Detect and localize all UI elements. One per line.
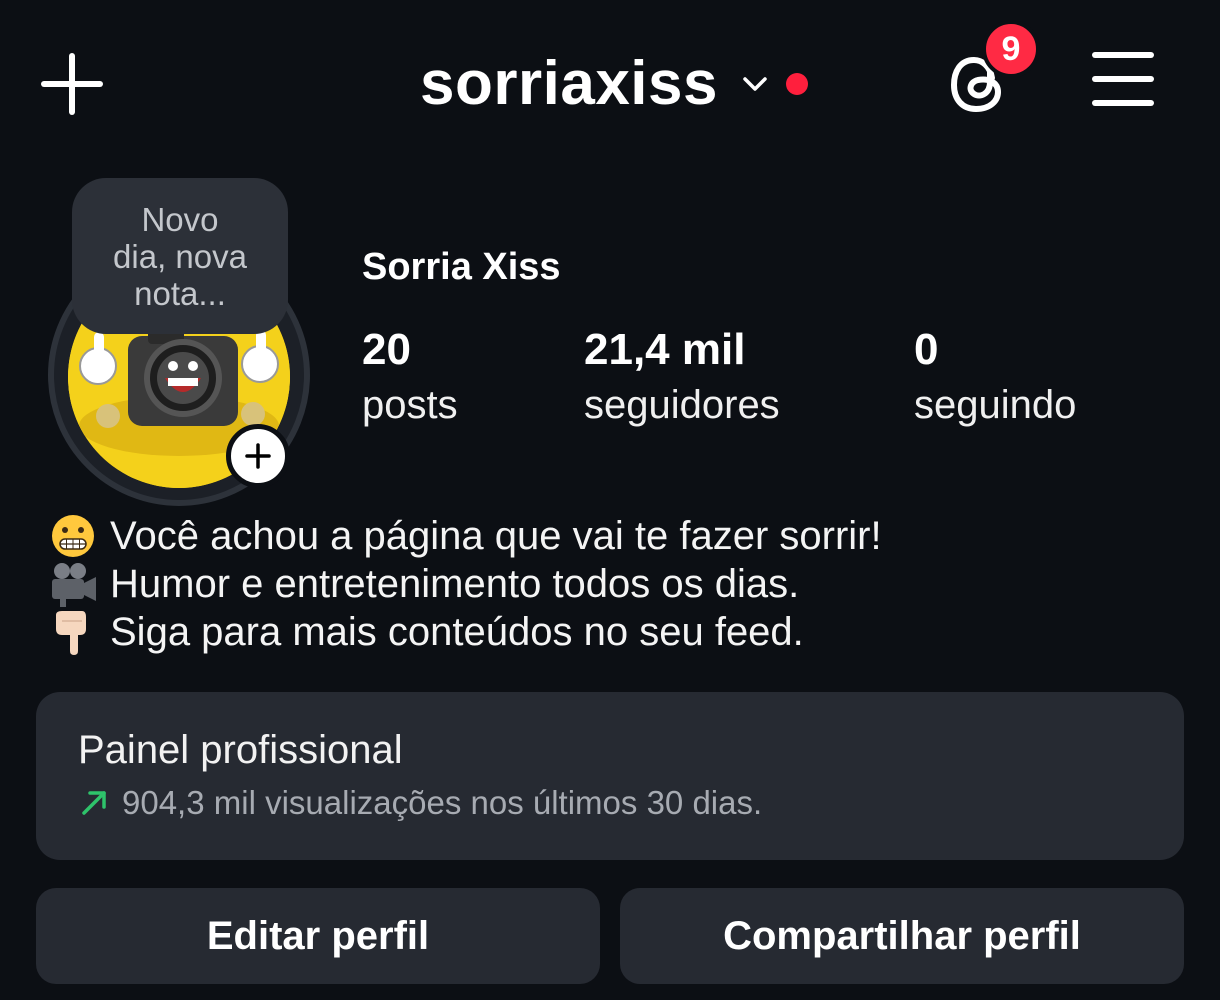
stat-value: 0 xyxy=(914,325,939,374)
stat-label: seguidores xyxy=(584,383,780,427)
top-bar: sorriaxiss 9 xyxy=(0,0,1220,160)
bio-line: Humor e entretenimento todos os dias. xyxy=(48,560,882,608)
panel-subtitle: 904,3 mil visualizações nos últimos 30 d… xyxy=(78,784,762,822)
bio-text: Você achou a página que vai te fazer sor… xyxy=(110,513,882,558)
menu-button[interactable] xyxy=(1092,52,1156,112)
account-switcher[interactable]: sorriaxiss xyxy=(420,44,808,124)
grimacing-face-icon xyxy=(52,515,94,557)
views-summary: 904,3 mil visualizações nos últimos 30 d… xyxy=(122,784,763,821)
movie-camera-icon xyxy=(52,563,96,607)
bio-line: Siga para mais conteúdos no seu feed. xyxy=(48,608,882,656)
stat-following[interactable]: 0 seguindo xyxy=(914,324,1076,434)
plus-icon xyxy=(245,443,271,469)
note-text: Novo dia, nova nota... xyxy=(113,200,247,312)
stat-value: 21,4 mil xyxy=(584,325,746,374)
pointing-down-hand-icon xyxy=(56,611,86,655)
bio-text: Humor e entretenimento todos os dias. xyxy=(110,561,800,606)
professional-dashboard-card[interactable]: Painel profissional 904,3 mil visualizaç… xyxy=(36,692,1184,860)
note-bubble[interactable]: Novo dia, nova nota... xyxy=(72,178,288,334)
edit-profile-button[interactable]: Editar perfil xyxy=(36,888,600,984)
bio-text: Siga para mais conteúdos no seu feed. xyxy=(110,609,804,654)
stat-label: seguindo xyxy=(914,383,1077,427)
bio-line: Você achou a página que vai te fazer sor… xyxy=(48,512,882,560)
chevron-down-icon xyxy=(743,77,767,91)
stat-posts[interactable]: 20 posts xyxy=(362,324,458,434)
share-profile-button[interactable]: Compartilhar perfil xyxy=(620,888,1184,984)
notification-badge: 9 xyxy=(982,20,1040,78)
profile-screen: sorriaxiss 9 Novo dia, nova nota... Sorr… xyxy=(0,0,1220,1000)
trend-up-arrow-icon xyxy=(82,791,106,815)
add-story-button[interactable] xyxy=(226,424,290,488)
create-button[interactable] xyxy=(40,52,104,116)
stat-value: 20 xyxy=(362,325,411,374)
plus-icon xyxy=(41,53,103,115)
panel-title: Painel profissional xyxy=(78,728,403,772)
stat-followers[interactable]: 21,4 mil seguidores xyxy=(584,324,780,434)
username: sorriaxiss xyxy=(420,49,718,118)
bio: Você achou a página que vai te fazer sor… xyxy=(48,512,882,656)
unread-dot xyxy=(786,73,808,95)
stat-label: posts xyxy=(362,383,458,427)
display-name: Sorria Xiss xyxy=(362,246,561,288)
